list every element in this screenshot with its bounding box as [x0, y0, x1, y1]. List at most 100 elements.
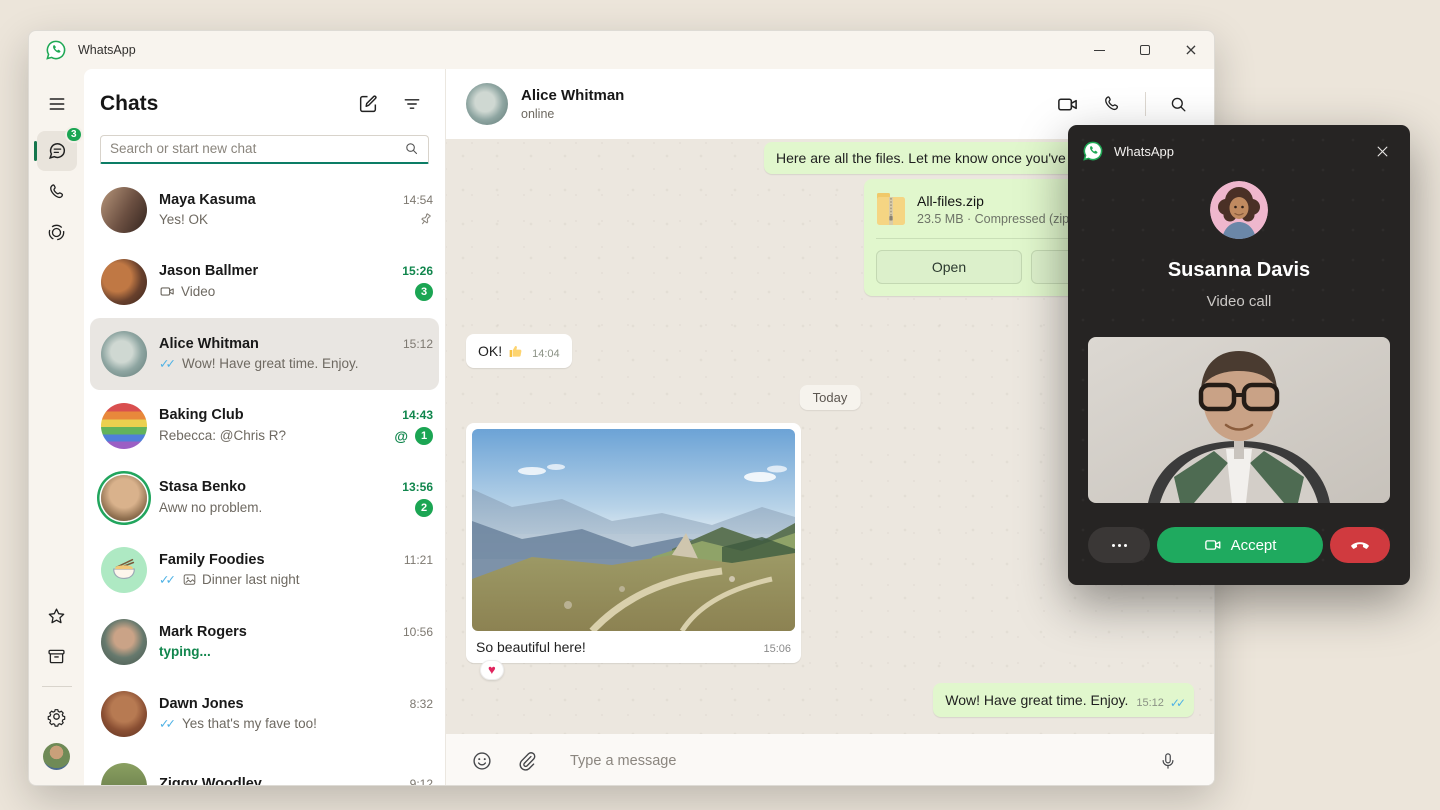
- hamburger-icon: [47, 94, 67, 114]
- self-video-frame: [1088, 337, 1390, 503]
- chat-time: 11:21: [404, 553, 433, 567]
- close-button[interactable]: ×: [1168, 31, 1214, 69]
- menu-button[interactable]: [37, 84, 77, 124]
- chat-name: Mark Rogers: [159, 624, 247, 640]
- call-more-options-button[interactable]: [1088, 527, 1150, 563]
- chat-time: 13:56: [402, 480, 433, 494]
- outgoing-message-wow: Wow! Have great time. Enjoy. 15:12 ✓✓: [933, 683, 1194, 717]
- sidebar-item-status[interactable]: [37, 212, 77, 252]
- content-area: Chats: [84, 69, 1214, 786]
- dismiss-call-button[interactable]: [1368, 137, 1396, 165]
- video-call-button[interactable]: [1056, 93, 1079, 116]
- chat-name: Alice Whitman: [159, 336, 259, 352]
- photo-message-icon: [182, 572, 197, 587]
- search-in-chat-button[interactable]: [1169, 95, 1188, 114]
- search-input[interactable]: [110, 141, 404, 156]
- message-time: 14:04: [532, 348, 560, 360]
- sidebar-item-settings[interactable]: [37, 696, 77, 736]
- chat-preview: ✓✓Yes that's my fave too!: [159, 716, 317, 731]
- chat-time: 14:54: [403, 193, 433, 207]
- composer-bar: [446, 734, 1214, 786]
- whatsapp-window: WhatsApp × 3: [28, 30, 1215, 786]
- chat-preview: Video: [159, 283, 215, 300]
- search-box: [100, 135, 429, 164]
- chat-preview: ✓✓ Dinner last night: [159, 572, 300, 587]
- unread-badge: 3: [415, 283, 433, 301]
- nav-rail: 3: [29, 69, 84, 786]
- filter-icon: [402, 94, 422, 114]
- paperclip-icon: [516, 750, 537, 771]
- file-open-button[interactable]: Open: [876, 250, 1022, 284]
- chat-preview: ✓✓Wow! Have great time. Enjoy.: [159, 356, 359, 371]
- chat-row-family-foodies[interactable]: Family Foodies11:21 ✓✓ Dinner last night: [90, 534, 439, 606]
- decline-call-button[interactable]: [1330, 527, 1390, 563]
- sidebar-item-calls[interactable]: [37, 172, 77, 212]
- chat-row-stasa-benko[interactable]: Stasa Benko13:56 Aww no problem. 2: [90, 462, 439, 534]
- file-name: All-files.zip: [917, 193, 1076, 209]
- chat-row-dawn-jones[interactable]: Dawn Jones8:32 ✓✓Yes that's my fave too!: [90, 678, 439, 750]
- search-icon: [1169, 95, 1188, 114]
- status-icon: [46, 222, 67, 243]
- file-meta: 23.5 MB · Compressed (zipp: [917, 212, 1076, 226]
- chat-row-jason-ballmer[interactable]: Jason Ballmer15:26 Video 3: [90, 246, 439, 318]
- chat-preview: Rebecca: @Chris R?: [159, 428, 286, 443]
- chat-row-alice-whitman[interactable]: Alice Whitman 15:12 ✓✓Wow! Have great tim…: [90, 318, 439, 390]
- caller-name: Susanna Davis: [1068, 259, 1410, 282]
- chat-row-mark-rogers[interactable]: Mark Rogers10:56 typing...: [90, 606, 439, 678]
- voice-record-button[interactable]: [1152, 750, 1184, 772]
- message-input[interactable]: [570, 753, 1140, 769]
- zip-file-icon: [876, 191, 906, 227]
- maximize-icon: [1140, 45, 1150, 55]
- pin-icon: [415, 209, 436, 230]
- read-receipt-icon: ✓✓: [1170, 696, 1182, 710]
- accept-call-button[interactable]: Accept: [1157, 527, 1323, 563]
- maximize-button[interactable]: [1122, 31, 1168, 69]
- video-camera-icon: [1204, 536, 1222, 554]
- close-icon: [1375, 144, 1390, 159]
- chat-row-baking-club[interactable]: Baking Club14:43 Rebecca: @Chris R? @1: [90, 390, 439, 462]
- filter-chats-button[interactable]: [399, 91, 425, 117]
- chat-name: Jason Ballmer: [159, 263, 258, 279]
- chat-name: Baking Club: [159, 407, 244, 423]
- avatar: [101, 763, 147, 786]
- mountain-photo: [472, 429, 795, 631]
- chat-time: 14:43: [402, 408, 433, 422]
- gear-icon: [46, 706, 67, 727]
- attach-button[interactable]: [510, 750, 542, 771]
- chat-time: 15:12: [403, 337, 433, 351]
- photo-message[interactable]: So beautiful here! 15:06: [466, 423, 801, 663]
- window-title: WhatsApp: [78, 43, 136, 57]
- read-receipt-icon: ✓✓: [159, 716, 172, 731]
- incoming-message-ok: OK! 14:04: [466, 334, 572, 368]
- avatar-with-status-ring: [101, 475, 147, 521]
- emoji-icon: [471, 750, 493, 772]
- sidebar-item-chats[interactable]: 3: [37, 131, 77, 171]
- emoji-button[interactable]: [466, 750, 498, 772]
- chat-time: 9:12: [410, 777, 433, 786]
- self-video-preview: [1088, 337, 1390, 503]
- voice-call-button[interactable]: [1102, 94, 1122, 114]
- chat-row-maya-kasuma[interactable]: Maya Kasuma14:54 Yes! OK: [90, 174, 439, 246]
- titlebar[interactable]: WhatsApp ×: [29, 31, 1214, 69]
- avatar: [101, 691, 147, 737]
- sidebar-item-starred[interactable]: [37, 596, 77, 636]
- chat-row-ziggy-woodley[interactable]: Ziggy Woodley9:12: [90, 750, 439, 786]
- heart-reaction[interactable]: ♥: [480, 660, 504, 680]
- call-type: Video call: [1068, 293, 1410, 310]
- chat-list-panel: Chats: [84, 69, 446, 786]
- phone-down-icon: [1349, 534, 1371, 556]
- minimize-icon: [1094, 50, 1105, 51]
- sidebar-item-profile[interactable]: [37, 736, 77, 776]
- conversation-name: Alice Whitman: [521, 87, 624, 104]
- microphone-icon: [1159, 750, 1177, 772]
- video-call-icon: [1056, 93, 1079, 116]
- sidebar-item-archived[interactable]: [37, 636, 77, 676]
- chats-title: Chats: [100, 92, 337, 116]
- avatar: [101, 403, 147, 449]
- chats-unread-badge: 3: [65, 126, 83, 143]
- video-message-icon: [159, 283, 176, 300]
- minimize-button[interactable]: [1076, 31, 1122, 69]
- calls-icon: [47, 182, 67, 202]
- unread-badge: 1: [415, 427, 433, 445]
- new-chat-button[interactable]: [355, 91, 381, 117]
